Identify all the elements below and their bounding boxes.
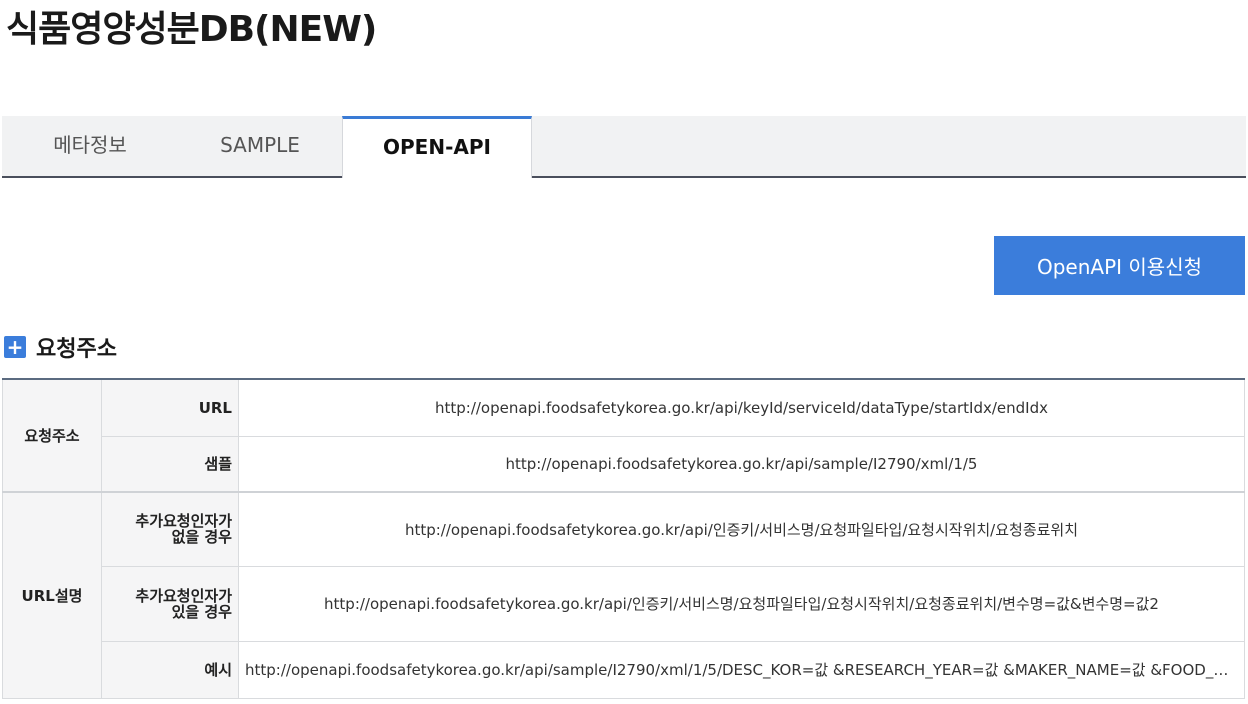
row-label-line: 추가요청인자가 bbox=[135, 512, 232, 531]
with-extra-params-url-value: http://openapi.foodsafetykorea.go.kr/api… bbox=[238, 565, 1245, 642]
row-label-with-extra-params: 추가요청인자가 있을 경우 bbox=[101, 565, 239, 642]
row-label-line: 추가요청인자가 bbox=[135, 586, 232, 605]
plus-icon: + bbox=[4, 336, 26, 358]
group-label-request-address: 요청주소 bbox=[2, 378, 102, 493]
tab-bar: 메타정보 SAMPLE OPEN-API bbox=[2, 116, 1246, 178]
request-url-table: 요청주소 URL http://openapi.foodsafetykorea.… bbox=[2, 378, 1245, 699]
row-label-line: 있을 경우 bbox=[171, 602, 232, 621]
row-label-line: 없을 경우 bbox=[171, 528, 232, 547]
row-label-url: URL bbox=[101, 378, 239, 437]
example-url-value: http://openapi.foodsafetykorea.go.kr/api… bbox=[238, 640, 1245, 699]
table-row: 예시 http://openapi.foodsafetykorea.go.kr/… bbox=[3, 640, 1245, 699]
table-row: 요청주소 URL http://openapi.foodsafetykorea.… bbox=[2, 378, 1245, 493]
sample-url-value: http://openapi.foodsafetykorea.go.kr/api… bbox=[238, 435, 1245, 493]
table-row: URL설명 추가요청인자가 없을 경우 http://openapi.foods… bbox=[2, 491, 1245, 699]
tab-open-api[interactable]: OPEN-API bbox=[342, 116, 532, 178]
group-label-url-description: URL설명 bbox=[2, 491, 102, 699]
page-title: 식품영양성분DB(NEW) bbox=[6, 9, 377, 50]
openapi-apply-button[interactable]: OpenAPI 이용신청 bbox=[994, 236, 1245, 295]
row-label-sample: 샘플 bbox=[101, 435, 239, 493]
table-row: 샘플 http://openapi.foodsafetykorea.go.kr/… bbox=[3, 435, 1245, 493]
url-value: http://openapi.foodsafetykorea.go.kr/api… bbox=[238, 378, 1245, 437]
row-label-example: 예시 bbox=[101, 640, 239, 699]
tab-sample[interactable]: SAMPLE bbox=[178, 116, 342, 176]
table-row: 추가요청인자가 있을 경우 http://openapi.foodsafetyk… bbox=[3, 565, 1245, 642]
tab-meta-info[interactable]: 메타정보 bbox=[2, 116, 178, 176]
no-extra-params-url-value: http://openapi.foodsafetykorea.go.kr/api… bbox=[238, 491, 1245, 567]
row-label-no-extra-params: 추가요청인자가 없을 경우 bbox=[101, 491, 239, 567]
section-header: + 요청주소 bbox=[4, 332, 117, 362]
section-title: 요청주소 bbox=[36, 337, 117, 362]
